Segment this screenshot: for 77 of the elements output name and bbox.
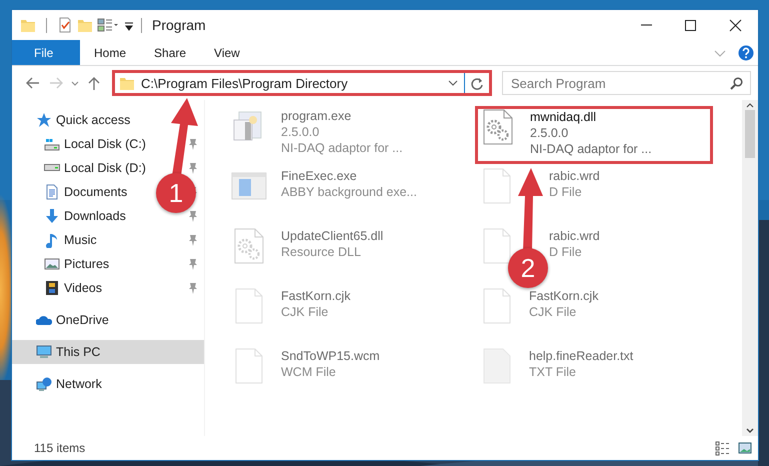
sidebar-item[interactable]: Local Disk (C:) [44, 132, 150, 156]
thumbnail-view-icon [738, 441, 752, 455]
sidebar-item[interactable]: Downloads [44, 204, 130, 228]
file-detail: WCM File [281, 364, 337, 380]
file-name[interactable]: mwnidaq.dll [530, 109, 652, 125]
dropdown-caret-icon [448, 79, 458, 87]
sidebar-item[interactable]: This PC [12, 340, 204, 364]
file-detail: CJK File [281, 304, 330, 320]
file-name[interactable]: help.fineReader.txt [529, 348, 634, 364]
file-detail: ABBY background exe... [281, 184, 417, 200]
large-icons-view-button[interactable] [738, 441, 752, 455]
film-icon [44, 280, 60, 296]
file-name[interactable]: UpdateClient65.dll [281, 228, 384, 244]
file-name[interactable]: program.exe [281, 108, 403, 124]
sidebar-item[interactable]: Local Disk (D:) [44, 156, 150, 180]
file-detail: 2.5.0.0 [281, 124, 320, 140]
file-name[interactable]: rabic.wrd [549, 168, 600, 184]
refresh-icon [470, 76, 484, 90]
sidebar-item[interactable]: OneDrive [12, 308, 204, 332]
help-button[interactable] [738, 44, 754, 60]
maximize-icon [684, 18, 697, 32]
scrollbar-thumb[interactable] [745, 110, 755, 158]
file-detail: TXT File [529, 364, 577, 380]
folder-icon [20, 17, 36, 33]
search-field[interactable]: Search Program [502, 71, 751, 95]
scrollbar[interactable] [742, 100, 758, 436]
sidebar-item[interactable]: Music [44, 228, 101, 252]
caret-icon [71, 80, 79, 86]
download-icon [44, 208, 60, 224]
sidebar-item[interactable]: Pictures [44, 252, 114, 276]
sidebar-item[interactable]: Quick access [12, 108, 204, 132]
file-name[interactable]: rabic.wrd [549, 228, 600, 244]
item-count: 115 items [34, 441, 86, 455]
sidebar-item[interactable]: Network [12, 372, 204, 396]
file-tile[interactable]: mwnidaq.dll 2.5.0.0 NI-DAQ adaptor for ... [475, 106, 713, 164]
folder-icon [119, 75, 135, 91]
details-view-icon [715, 440, 730, 456]
document-icon [44, 184, 60, 200]
file-detail: D File [549, 184, 583, 200]
ribbon-tab[interactable]: Share [140, 40, 200, 65]
picture-icon [44, 256, 60, 272]
details-view-button[interactable] [715, 440, 730, 456]
sidebar-item[interactable]: Documents [44, 180, 132, 204]
ribbon-tab[interactable]: View [200, 40, 256, 65]
file-name[interactable]: FastKorn.cjk [529, 288, 598, 304]
layout-icon [97, 17, 119, 33]
help-icon [738, 44, 754, 60]
address-bar[interactable]: C:\Program Files\Program Directory [112, 70, 492, 96]
file-name[interactable]: SndToWP15.wcm [281, 348, 380, 364]
expand-ribbon-icon [714, 48, 726, 58]
drive-icon [44, 164, 60, 171]
new-folder-icon [77, 17, 93, 33]
scroll-down-icon [746, 428, 754, 434]
network-icon [36, 376, 52, 392]
star-icon [36, 112, 52, 128]
file-detail: D File [549, 244, 583, 260]
drive-icon [44, 136, 60, 152]
file-detail: CJK File [529, 304, 578, 320]
window-title: Program [152, 17, 206, 33]
back-arrow-icon [24, 76, 40, 90]
forward-arrow-icon [48, 76, 64, 90]
search-icon [730, 77, 743, 90]
file-name[interactable]: FineExec.exe [281, 168, 417, 184]
scroll-up-icon [746, 102, 754, 108]
close-icon [729, 18, 742, 32]
ribbon-tab[interactable]: File [12, 40, 80, 65]
music-note-icon [44, 232, 60, 248]
file-detail: 2.5.0.0 [530, 125, 570, 141]
ribbon-tab[interactable]: Home [80, 40, 140, 65]
properties-icon [57, 17, 73, 33]
file-detail: NI-DAQ adaptor for ... [530, 141, 652, 157]
computer-icon [36, 344, 52, 360]
file-detail: NI-DAQ adaptor for ... [281, 140, 403, 156]
file-name[interactable]: FastKorn.cjk [281, 288, 350, 304]
up-arrow-icon [87, 76, 101, 90]
file-detail: Resource DLL [281, 244, 362, 260]
sidebar-item[interactable]: Videos [44, 276, 106, 300]
